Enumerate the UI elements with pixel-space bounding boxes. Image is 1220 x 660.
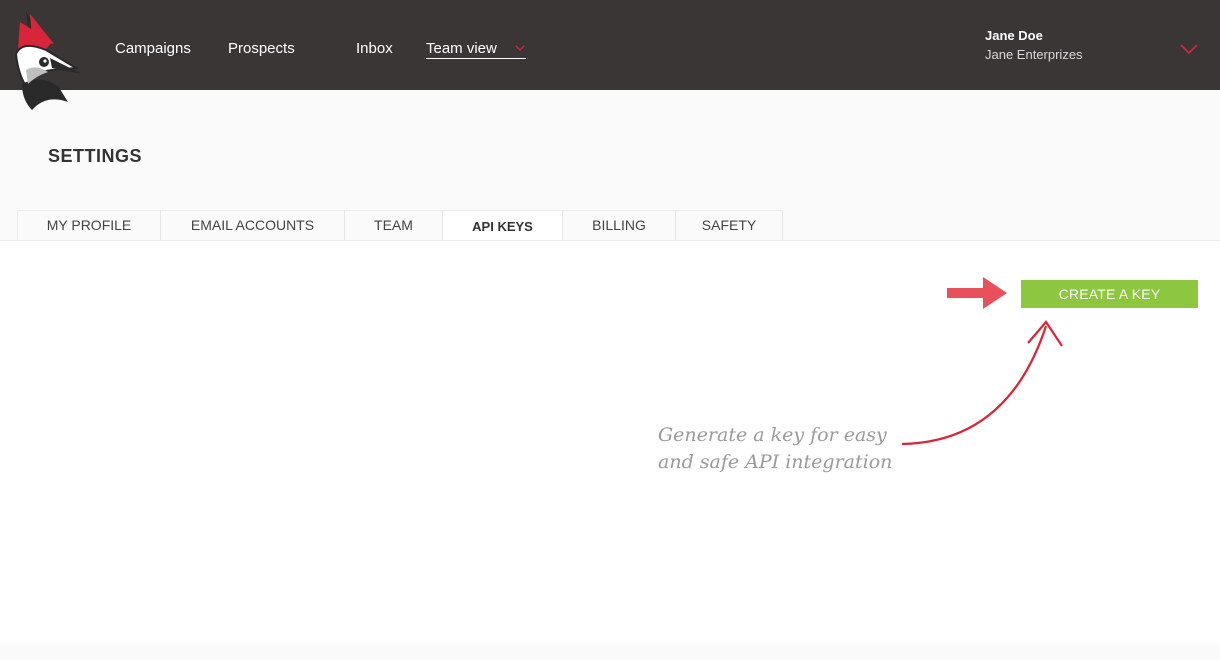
top-navigation-bar: Campaigns Prospects Inbox Team view Jane… [0,0,1220,110]
nav-team-view-label: Team view [426,40,497,57]
user-company: Jane Enterprizes [985,47,1083,62]
arrow-right-icon [947,277,1007,309]
nav-campaigns[interactable]: Campaigns [115,40,191,57]
nav-prospects[interactable]: Prospects [228,40,295,57]
tabs-divider [0,240,1220,241]
user-menu-chevron-down-icon[interactable] [1180,44,1198,55]
tab-safety[interactable]: SAFETY [676,210,783,240]
tab-team[interactable]: TEAM [345,210,443,240]
api-key-hint: Generate a key for easy and safe API int… [658,422,918,476]
tab-api-keys[interactable]: API KEYS [443,210,563,241]
tab-my-profile[interactable]: MY PROFILE [17,210,161,240]
settings-tabs: MY PROFILE EMAIL ACCOUNTS TEAM API KEYS … [17,210,783,241]
hint-line-1: Generate a key for easy [658,424,887,446]
chevron-down-icon [515,45,525,51]
create-key-button[interactable]: CREATE A KEY [1021,280,1198,308]
user-name: Jane Doe [985,28,1043,43]
hint-line-2: and safe API integration [658,451,893,473]
tab-email-accounts[interactable]: EMAIL ACCOUNTS [161,210,345,240]
settings-header-area: SETTINGS MY PROFILE EMAIL ACCOUNTS TEAM … [0,90,1220,241]
nav-team-view-dropdown[interactable]: Team view [426,40,526,59]
tab-billing[interactable]: BILLING [563,210,676,240]
nav-inbox[interactable]: Inbox [356,40,393,57]
page-title: SETTINGS [48,146,143,166]
footer-strip [0,643,1220,660]
woodpecker-logo-icon[interactable] [12,10,84,116]
